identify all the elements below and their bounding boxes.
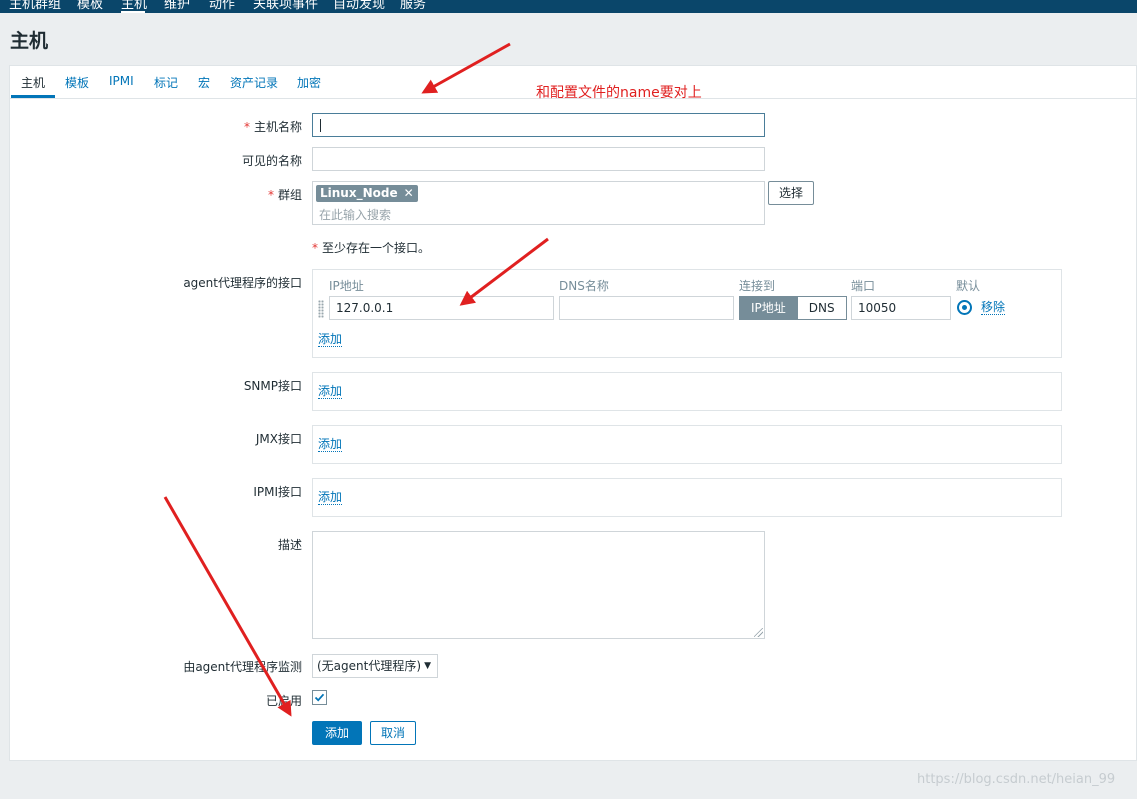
enabled-checkbox[interactable] bbox=[312, 690, 327, 705]
nav-item-correlation[interactable]: 关联项事件 bbox=[253, 0, 318, 12]
agent-ip-input[interactable]: 127.0.0.1 bbox=[329, 296, 554, 320]
visible-name-input[interactable] bbox=[312, 147, 765, 171]
nav-item-host-groups[interactable]: 主机群组 bbox=[9, 0, 61, 12]
annotation-text: 和配置文件的name要对上 bbox=[536, 85, 702, 101]
check-icon bbox=[314, 693, 325, 702]
nav-item-maintenance[interactable]: 维护 bbox=[164, 0, 190, 12]
watermark: https://blog.csdn.net/heian_99 bbox=[917, 772, 1116, 787]
ipmi-interfaces-label: IPMI接口 bbox=[253, 485, 302, 499]
group-chip-linux-node: Linux_Node ✕ bbox=[316, 185, 418, 202]
monitored-by-select[interactable]: (无agent代理程序) ▼ bbox=[312, 654, 438, 678]
col-default: 默认 bbox=[956, 279, 981, 293]
groups-label: * 群组 bbox=[267, 188, 302, 202]
jmx-interfaces-table: 添加 bbox=[312, 425, 1062, 464]
radio-selected-dot bbox=[962, 305, 967, 310]
agent-port-input[interactable]: 10050 bbox=[851, 296, 951, 320]
nav-item-discovery[interactable]: 自动发现 bbox=[333, 0, 385, 12]
agent-dns-input[interactable] bbox=[559, 296, 734, 320]
description-textarea[interactable] bbox=[312, 531, 765, 639]
host-name-input[interactable] bbox=[312, 113, 765, 137]
add-agent-interface-link[interactable]: 添加 bbox=[318, 333, 343, 347]
page-title: 主机 bbox=[10, 30, 49, 52]
cancel-button[interactable]: 取消 bbox=[370, 721, 417, 745]
add-snmp-interface-link[interactable]: 添加 bbox=[318, 385, 343, 399]
add-host-button[interactable]: 添加 bbox=[312, 721, 363, 745]
ipmi-interfaces-table: 添加 bbox=[312, 478, 1062, 517]
add-ipmi-interface-link[interactable]: 添加 bbox=[318, 491, 343, 505]
visible-name-label: 可见的名称 bbox=[241, 154, 302, 168]
default-interface-radio[interactable] bbox=[957, 300, 972, 315]
tab-inventory[interactable]: 资产记录 bbox=[230, 74, 278, 91]
tab-macros[interactable]: 宏 bbox=[198, 74, 210, 91]
nav-item-services[interactable]: 服务 bbox=[400, 0, 426, 12]
agent-interfaces-table: IP地址 DNS名称 连接到 端口 默认 127.0.0.1 IP地址 DNS … bbox=[312, 269, 1062, 358]
dropdown-arrow-icon: ▼ bbox=[424, 661, 431, 671]
col-connect-to: 连接到 bbox=[739, 279, 776, 293]
nav-item-actions[interactable]: 动作 bbox=[209, 0, 235, 12]
snmp-interfaces-table: 添加 bbox=[312, 372, 1062, 411]
col-ip: IP地址 bbox=[329, 279, 364, 293]
resize-grip-icon[interactable] bbox=[754, 628, 763, 637]
col-dns: DNS名称 bbox=[559, 279, 609, 293]
remove-chip-icon[interactable]: ✕ bbox=[404, 186, 414, 200]
groups-multiselect[interactable]: Linux_Node ✕ 在此输入搜索 bbox=[312, 181, 765, 225]
col-port: 端口 bbox=[851, 279, 876, 293]
agent-interfaces-label: agent代理程序的接口 bbox=[183, 276, 302, 290]
snmp-interfaces-label: SNMP接口 bbox=[243, 379, 302, 393]
tab-tags[interactable]: 标记 bbox=[154, 74, 178, 91]
active-tab-underline bbox=[11, 95, 55, 98]
tab-host[interactable]: 主机 bbox=[21, 74, 45, 91]
remove-interface-link[interactable]: 移除 bbox=[981, 301, 1006, 315]
select-groups-button[interactable]: 选择 bbox=[768, 181, 815, 205]
connect-to-toggle: IP地址 DNS bbox=[739, 296, 847, 320]
top-nav: 主机群组 模板 主机 维护 动作 关联项事件 自动发现 服务 bbox=[0, 0, 1137, 13]
tab-ipmi[interactable]: IPMI bbox=[109, 74, 134, 88]
monitored-by-label: 由agent代理程序监测 bbox=[183, 660, 302, 674]
nav-item-templates[interactable]: 模板 bbox=[77, 0, 103, 12]
jmx-interfaces-label: JMX接口 bbox=[255, 432, 302, 446]
groups-search-placeholder[interactable]: 在此输入搜索 bbox=[319, 206, 391, 223]
enabled-label: 已启用 bbox=[265, 694, 302, 708]
drag-handle-icon[interactable] bbox=[318, 300, 324, 318]
tab-encryption[interactable]: 加密 bbox=[297, 74, 321, 91]
connect-ip-option[interactable]: IP地址 bbox=[739, 296, 798, 320]
tab-templates[interactable]: 模板 bbox=[65, 74, 89, 91]
add-jmx-interface-link[interactable]: 添加 bbox=[318, 438, 343, 452]
interface-required-hint: * 至少存在一个接口。 bbox=[312, 241, 431, 255]
host-form-panel: 主机 模板 IPMI 标记 宏 资产记录 加密 * 主机名称 可见的名称 * 群组 … bbox=[9, 65, 1137, 761]
connect-dns-option[interactable]: DNS bbox=[797, 296, 847, 320]
text-caret bbox=[320, 119, 321, 132]
nav-active-underline bbox=[121, 11, 145, 13]
host-name-label: * 主机名称 bbox=[243, 120, 302, 134]
description-label: 描述 bbox=[277, 538, 302, 552]
